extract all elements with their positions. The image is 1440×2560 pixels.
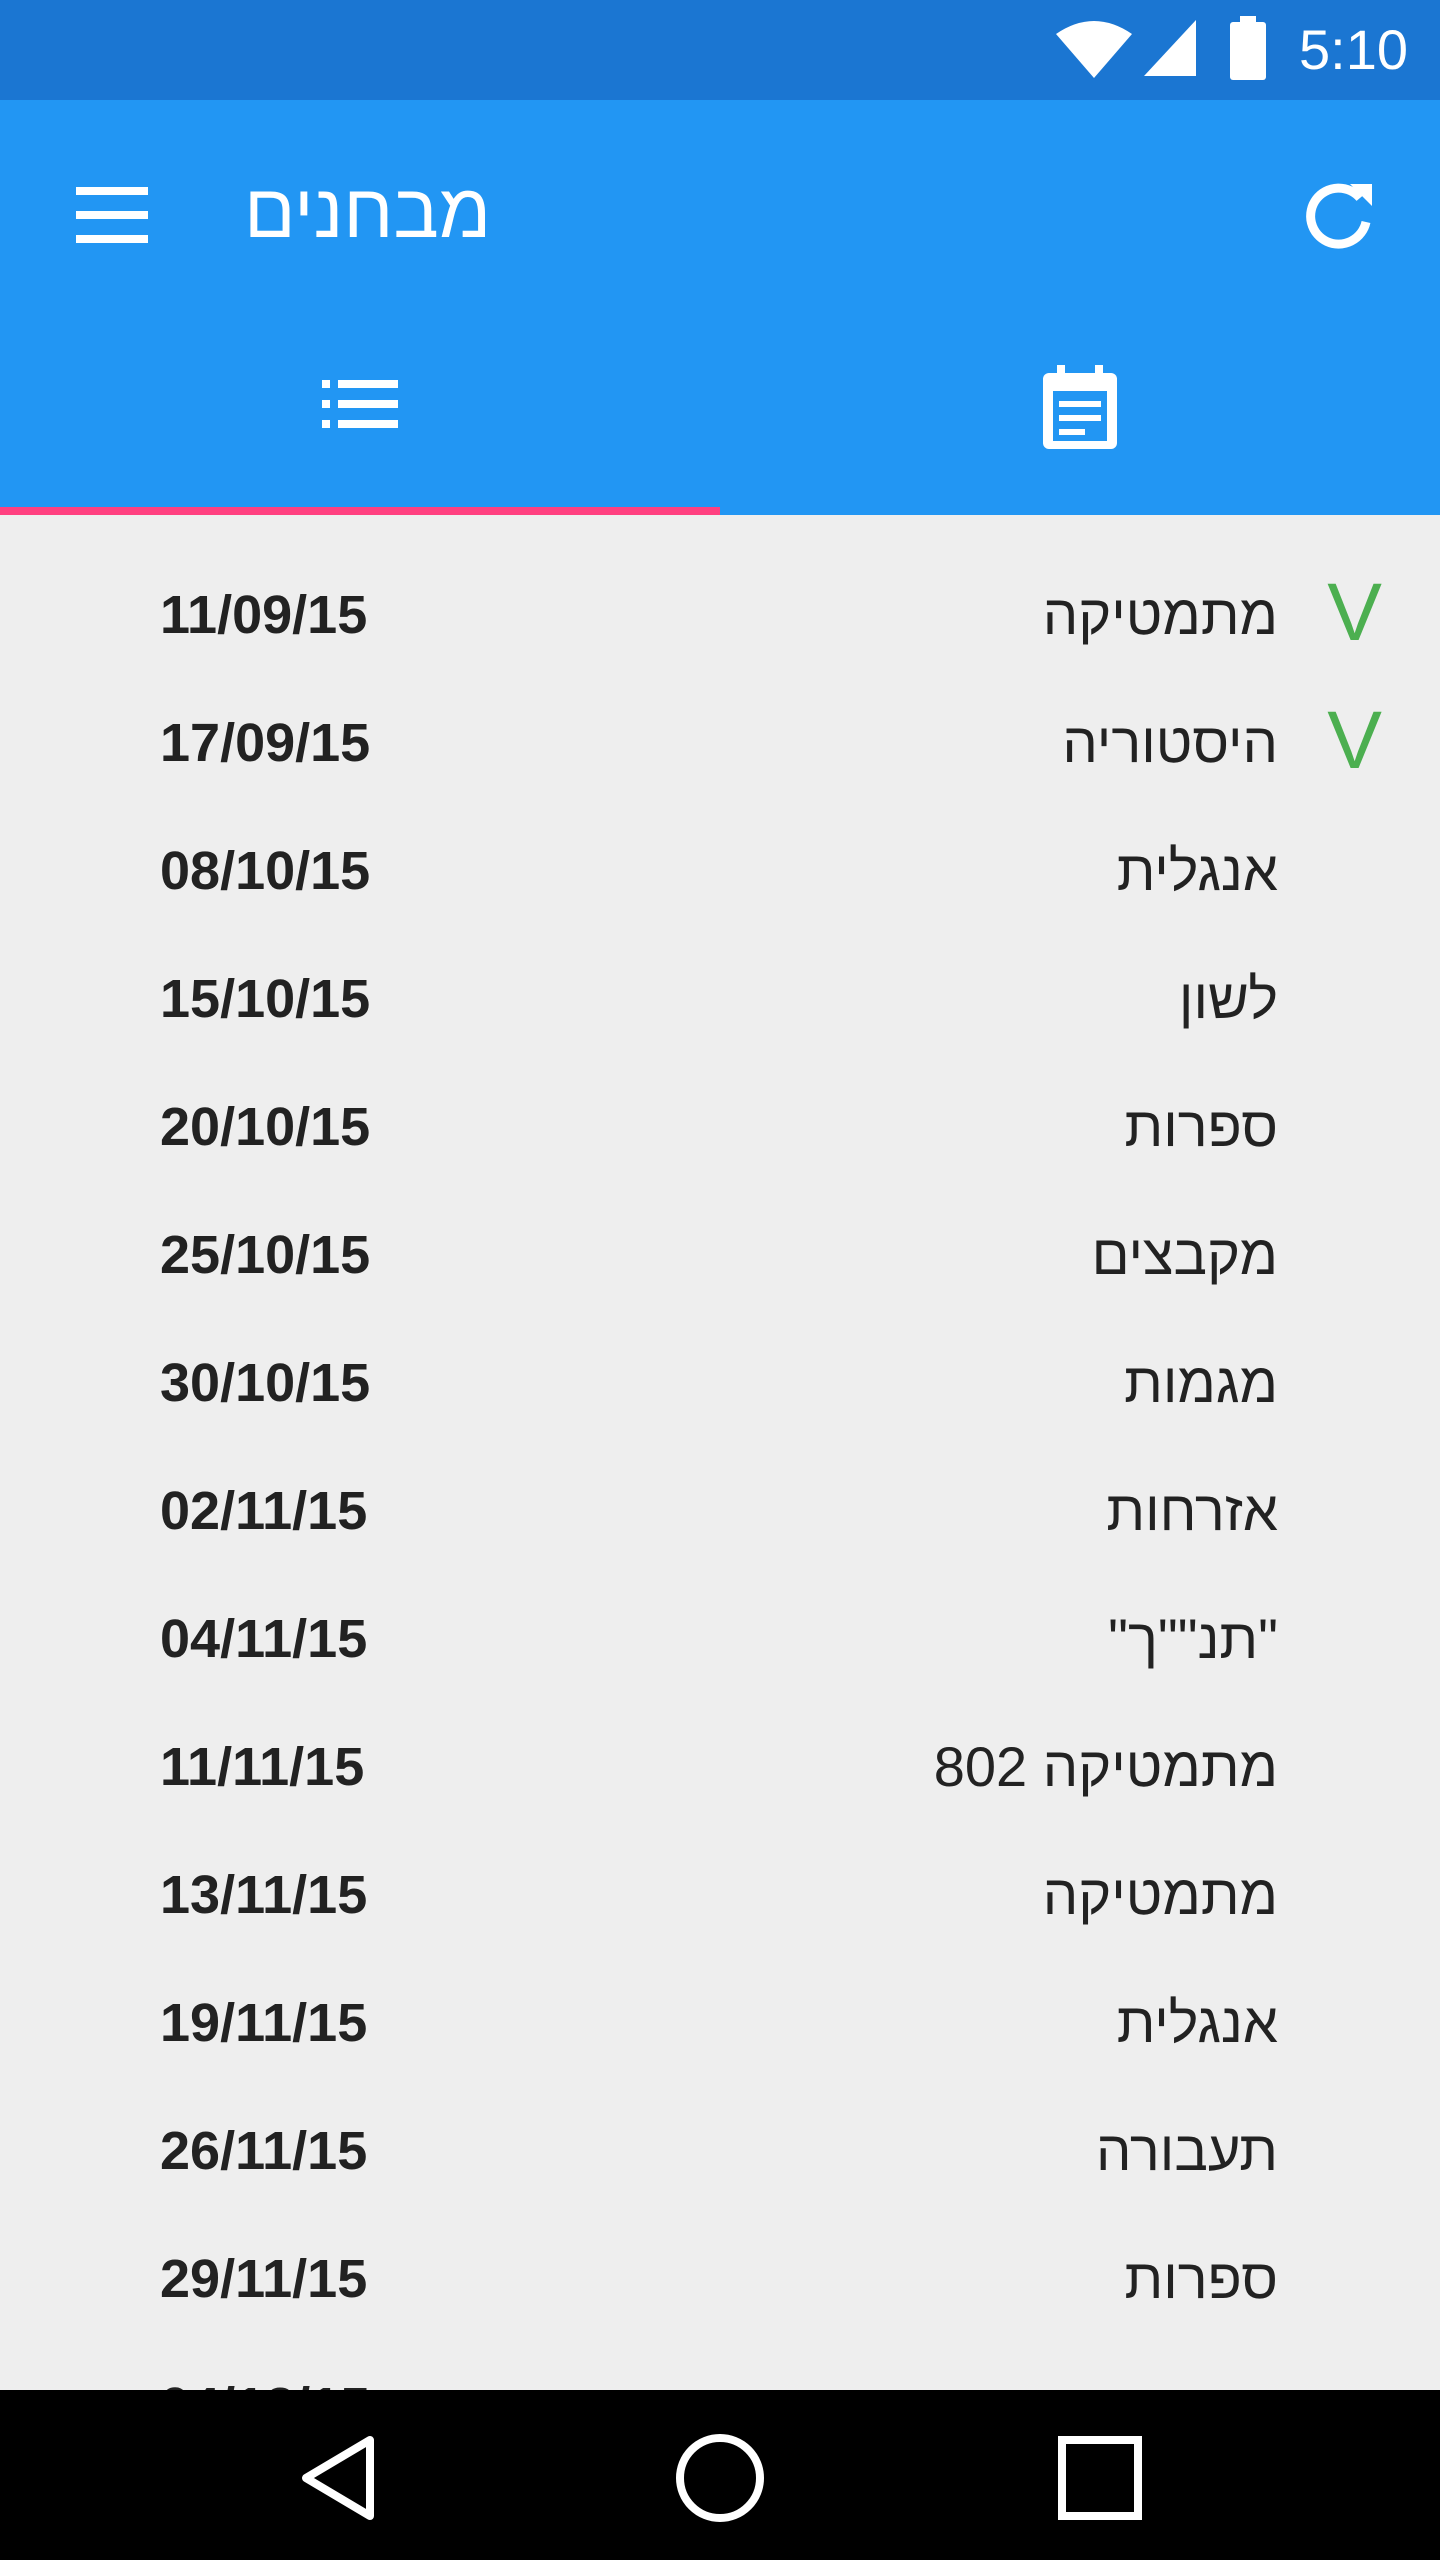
exam-subject: מתמטיקה 802 [933, 1735, 1278, 1798]
home-icon[interactable] [672, 2430, 768, 2526]
list-item[interactable]: 20/10/15 ספרות [0, 1027, 1440, 1158]
exam-date: 13/11/15 [160, 1865, 368, 1925]
exam-subject: "תנ""ך" [1108, 1607, 1278, 1670]
exam-subject: אנגלית [1116, 839, 1278, 902]
exam-subject: מגמות [1124, 1351, 1278, 1414]
exam-date: 29/11/15 [160, 2249, 368, 2309]
wifi-icon [1056, 21, 1132, 78]
exam-subject: מקבצים [1091, 1223, 1278, 1286]
list-item[interactable]: 19/11/15 אנגלית [0, 1923, 1440, 2054]
clock: 5:10 [1299, 18, 1408, 81]
exam-subject: היסטוריה [1062, 711, 1278, 774]
list-item[interactable]: 08/10/15 אנגלית [0, 771, 1440, 902]
exam-subject: מתמטיקה [1042, 583, 1278, 646]
calendar-icon [1043, 365, 1117, 449]
list-item[interactable]: 04/11/15 "תנ""ך" [0, 1539, 1440, 1670]
exam-subject: אזרחות [1106, 1479, 1278, 1542]
exam-date: 02/11/15 [160, 1481, 368, 1541]
tab-indicator [0, 507, 720, 515]
list-item[interactable]: 26/11/15 תעבורה [0, 2051, 1440, 2182]
recents-icon[interactable] [1052, 2430, 1148, 2526]
exam-date: 30/10/15 [160, 1353, 371, 1413]
exam-date: 11/09/15 [160, 585, 368, 645]
exam-subject: ספרות [1124, 1095, 1278, 1158]
list-item[interactable]: 29/11/15 ספרות [0, 2179, 1440, 2310]
list-item[interactable]: 04/12/15 [0, 2307, 1440, 2390]
exam-date: 19/11/15 [160, 1993, 368, 2053]
exam-subject: אנגלית [1116, 1991, 1278, 2054]
exam-date: 15/10/15 [160, 969, 371, 1029]
exam-date: 25/10/15 [160, 1225, 371, 1285]
list-item[interactable]: 11/11/15 מתמטיקה 802 [0, 1667, 1440, 1798]
list-item[interactable]: 17/09/15 היסטוריה V [0, 643, 1440, 786]
signal-icon [1144, 20, 1196, 76]
battery-icon [1230, 16, 1266, 80]
list-item[interactable]: 25/10/15 מקבצים [0, 1155, 1440, 1286]
status-bar: 5:10 [0, 0, 1440, 100]
menu-icon[interactable] [76, 185, 148, 245]
refresh-icon[interactable] [1298, 176, 1378, 256]
list-item[interactable]: 02/11/15 אזרחות [0, 1411, 1440, 1542]
exam-date: 04/11/15 [160, 1609, 368, 1669]
list-item[interactable]: 11/09/15 מתמטיקה V [0, 515, 1440, 658]
list-item[interactable]: 15/10/15 לשון [0, 899, 1440, 1030]
check-mark: V [1327, 695, 1382, 786]
check-mark: V [1327, 567, 1382, 658]
list-item[interactable]: 13/11/15 מתמטיקה [0, 1795, 1440, 1926]
list-icon [322, 380, 398, 428]
exam-subject: לשון [1178, 967, 1278, 1030]
exam-date: 04/12/15 [160, 2307, 370, 2390]
exam-subject: ספרות [1124, 2247, 1278, 2310]
exam-date: 20/10/15 [160, 1097, 371, 1157]
exam-list[interactable]: 11/09/15 מתמטיקה V 17/09/15 היסטוריה V 0… [0, 515, 1440, 2390]
list-item[interactable]: 30/10/15 מגמות [0, 1283, 1440, 1414]
exam-subject: תעבורה [1096, 2119, 1278, 2182]
app-bar: מבחנים [0, 100, 1440, 515]
exam-date: 08/10/15 [160, 841, 371, 901]
back-icon[interactable] [292, 2430, 388, 2526]
exam-subject: מתמטיקה [1042, 1863, 1278, 1926]
page-title: מבחנים [244, 169, 492, 254]
exam-date: 17/09/15 [160, 713, 371, 773]
exam-date: 26/11/15 [160, 2121, 368, 2181]
exam-date: 11/11/15 [160, 1737, 365, 1797]
tab-calendar[interactable] [720, 345, 1440, 515]
navigation-bar [0, 2390, 1440, 2560]
tab-list[interactable] [0, 345, 720, 515]
